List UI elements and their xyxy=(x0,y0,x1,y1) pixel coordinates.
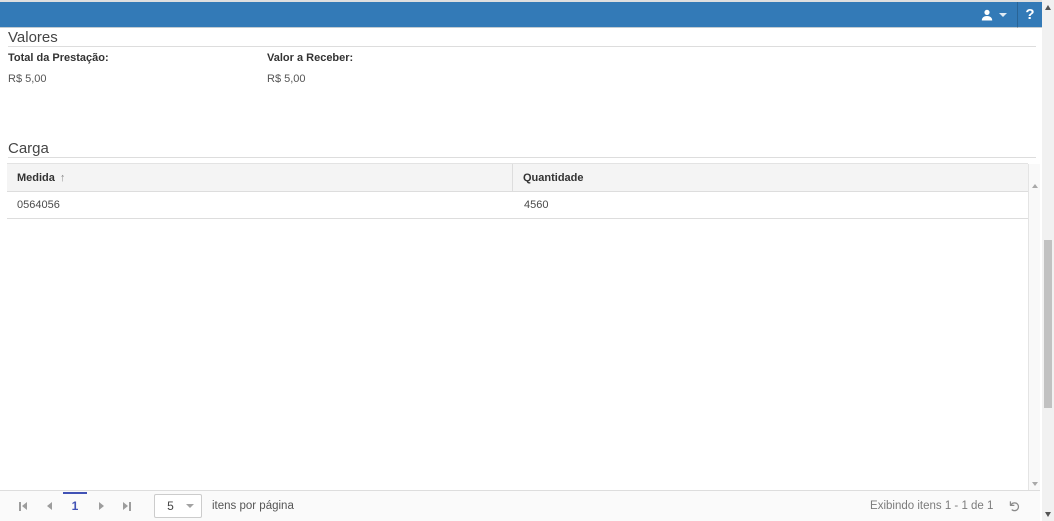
last-page-button[interactable] xyxy=(114,491,140,521)
first-page-icon xyxy=(19,501,21,511)
valores-divider xyxy=(8,46,1036,47)
column-header-medida[interactable]: Medida ↑ xyxy=(7,164,513,191)
previous-page-icon xyxy=(46,502,52,510)
scroll-up-icon xyxy=(1045,4,1051,10)
grid-scrollbar[interactable] xyxy=(1028,164,1040,490)
carga-section-title: Carga xyxy=(8,140,49,157)
app-header: ? xyxy=(0,1,1042,28)
cell-quantidade: 4560 xyxy=(524,199,549,211)
pager-info: Exibindo itens 1 - 1 de 1 xyxy=(870,500,994,512)
user-menu-button[interactable] xyxy=(971,2,1017,28)
field-value-valor-receber: R$ 5,00 xyxy=(267,73,306,85)
refresh-button[interactable]: ↻ xyxy=(1006,500,1024,513)
table-row[interactable]: 0564056 4560 xyxy=(7,192,1028,219)
field-label-valor-receber: Valor a Receber: xyxy=(267,52,354,64)
help-button[interactable]: ? xyxy=(1017,1,1042,28)
field-value-total-prestacao: R$ 5,00 xyxy=(8,73,47,85)
scrollbar-thumb[interactable] xyxy=(1044,240,1052,408)
column-label: Medida xyxy=(17,171,55,184)
page-number-button[interactable]: 1 xyxy=(62,491,88,521)
user-icon xyxy=(981,9,993,20)
triangle-left-icon xyxy=(22,502,27,510)
carga-divider xyxy=(8,157,1036,158)
scrollbar-down-button[interactable] xyxy=(1042,507,1054,521)
page-size-label: itens por página xyxy=(212,500,294,512)
page-number: 1 xyxy=(71,499,79,513)
pager: 1 5 itens por página Exibindo itens 1 - … xyxy=(0,490,1040,521)
help-icon: ? xyxy=(1025,6,1035,23)
sort-ascending-icon: ↑ xyxy=(59,171,66,184)
page-size-value: 5 xyxy=(167,499,174,513)
column-header-quantidade[interactable]: Quantidade xyxy=(513,164,1028,191)
pager-right: Exibindo itens 1 - 1 de 1 ↻ xyxy=(870,499,1040,514)
chevron-down-icon xyxy=(186,504,194,508)
first-page-button[interactable] xyxy=(10,491,36,521)
next-page-icon xyxy=(98,502,104,510)
valores-section-title: Valores xyxy=(8,29,58,46)
scroll-down-icon[interactable] xyxy=(1032,482,1038,486)
page: ? Valores Total da Prestação: Valor a Re… xyxy=(0,0,1054,521)
grid-header-row: Medida ↑ Quantidade xyxy=(7,163,1028,192)
field-label-total-prestacao: Total da Prestação: xyxy=(8,52,109,64)
page-scrollbar[interactable] xyxy=(1042,0,1054,521)
scrollbar-up-button[interactable] xyxy=(1042,0,1054,14)
next-page-button[interactable] xyxy=(88,491,114,521)
scroll-up-icon[interactable] xyxy=(1032,184,1038,188)
bar-icon xyxy=(129,501,131,511)
column-label: Quantidade xyxy=(523,171,584,184)
scroll-down-icon xyxy=(1045,511,1051,517)
previous-page-button[interactable] xyxy=(36,491,62,521)
cell-medida: 0564056 xyxy=(17,199,60,211)
page-size-select[interactable]: 5 xyxy=(154,494,202,518)
current-page-indicator xyxy=(63,492,87,494)
last-page-icon xyxy=(123,502,128,510)
chevron-down-icon xyxy=(999,12,1007,17)
